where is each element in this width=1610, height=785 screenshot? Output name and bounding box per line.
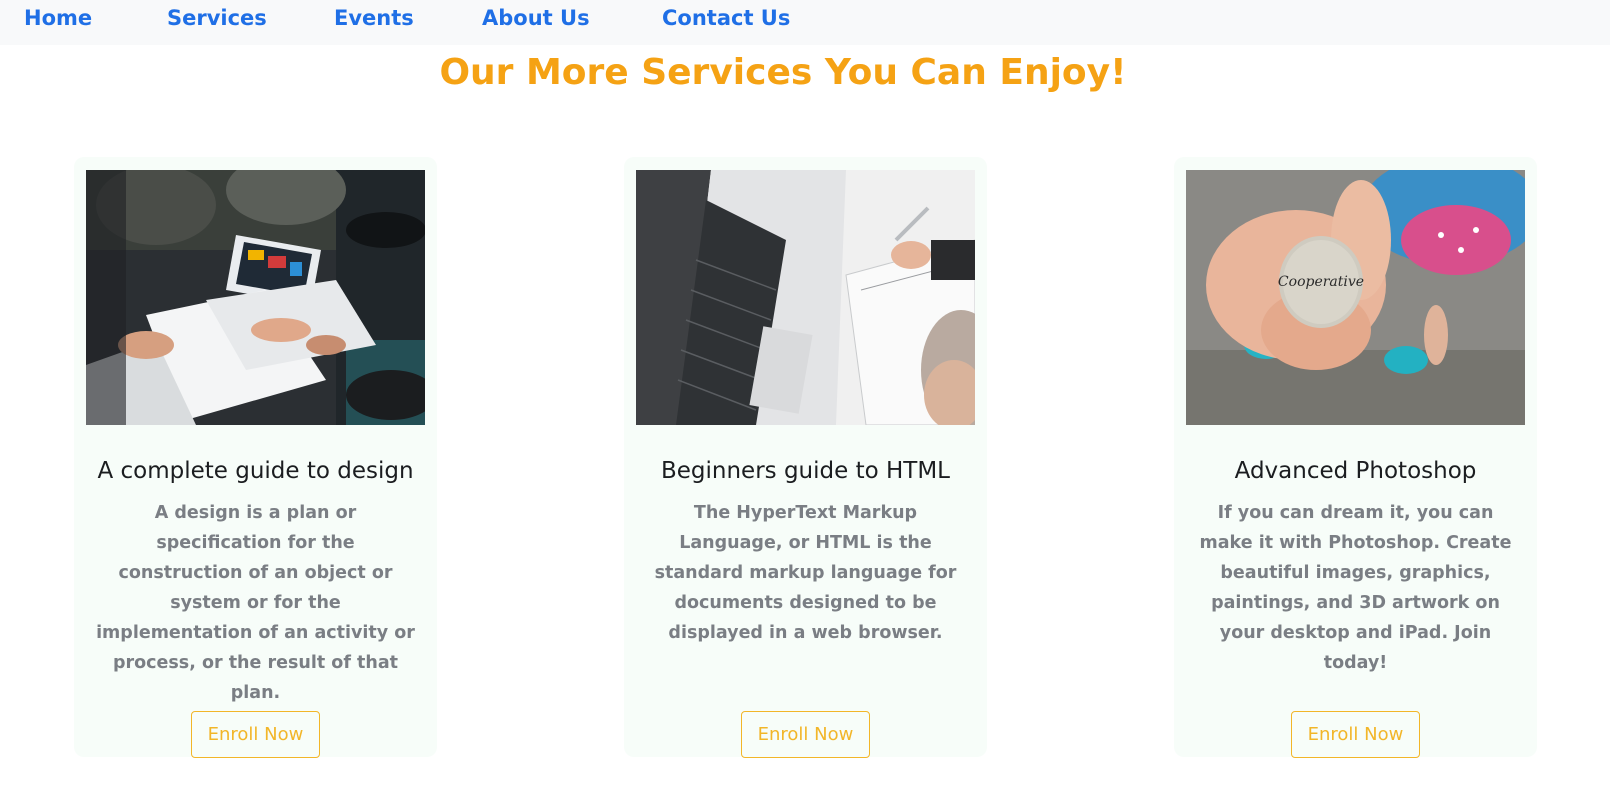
nav-link-home[interactable]: Home bbox=[24, 6, 92, 30]
card-title: Advanced Photoshop bbox=[1234, 458, 1477, 484]
service-card-html: Beginners guide to HTML The HyperText Ma… bbox=[624, 157, 987, 758]
design-meeting-image bbox=[86, 170, 425, 425]
card-title: A complete guide to design bbox=[97, 458, 414, 484]
nav-link-contact-us[interactable]: Contact Us bbox=[662, 6, 790, 30]
card-description: If you can dream it, you can make it wit… bbox=[1199, 503, 1512, 673]
cooperative-stone-image: Cooperative bbox=[1186, 170, 1525, 425]
service-card-design: A complete guide to design A design is a… bbox=[74, 157, 437, 758]
page-title: Our More Services You Can Enjoy! bbox=[439, 52, 1127, 93]
card-description: The HyperText Markup Language, or HTML i… bbox=[654, 503, 957, 643]
nav-link-services[interactable]: Services bbox=[167, 6, 267, 30]
card-title: Beginners guide to HTML bbox=[660, 458, 950, 484]
enroll-now-button[interactable]: Enroll Now bbox=[191, 711, 320, 758]
card-description: A design is a plan or specification for … bbox=[96, 503, 415, 703]
nav-link-events[interactable]: Events bbox=[334, 6, 414, 30]
navbar: Home Services Events About Us Contact Us bbox=[0, 0, 1610, 45]
laptop-notebook-image bbox=[636, 170, 975, 425]
service-card-photoshop: Cooperative Advanced Photoshop If you ca… bbox=[1174, 157, 1537, 758]
enroll-now-button[interactable]: Enroll Now bbox=[1291, 711, 1420, 758]
nav-link-about-us[interactable]: About Us bbox=[482, 6, 590, 30]
enroll-now-button[interactable]: Enroll Now bbox=[741, 711, 870, 758]
stone-lettering: Cooperative bbox=[1278, 274, 1364, 290]
